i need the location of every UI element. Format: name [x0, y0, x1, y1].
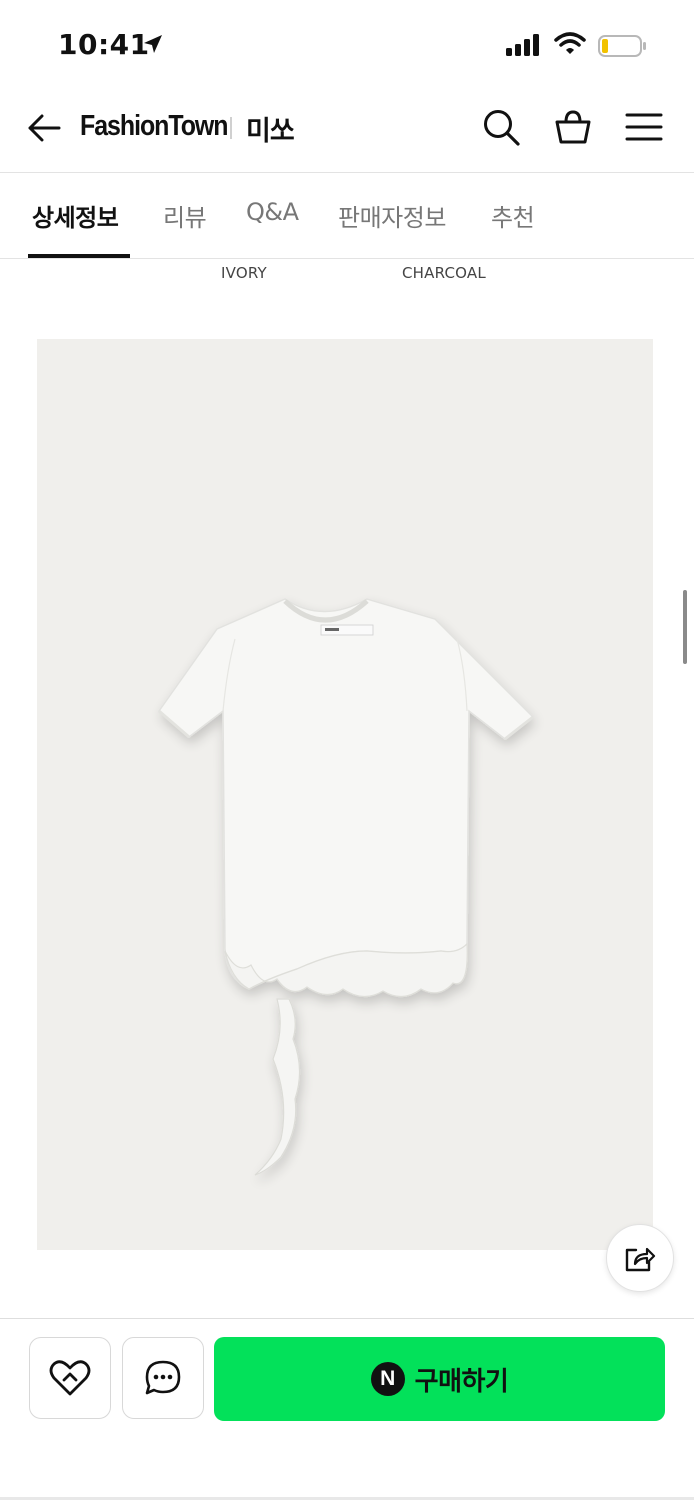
menu-button[interactable] [621, 104, 667, 150]
bottom-bar-divider [0, 1318, 694, 1319]
naver-pay-badge: N [370, 1362, 405, 1396]
chat-icon [145, 1360, 181, 1395]
scrollbar[interactable] [683, 590, 687, 664]
share-icon [625, 1247, 656, 1272]
cart-button[interactable] [550, 104, 596, 150]
share-button[interactable] [606, 1224, 674, 1292]
search-button[interactable] [478, 104, 524, 150]
color-label-ivory: IVORY [221, 264, 267, 282]
buy-button-label: 구매하기 [414, 1366, 509, 1397]
buy-button[interactable]: N 구매하기 [214, 1337, 665, 1421]
location-arrow-icon [142, 33, 164, 59]
menu-icon [625, 113, 663, 141]
tshirt-image [157, 598, 535, 1176]
search-icon [484, 110, 520, 146]
product-image [37, 339, 653, 1250]
like-button[interactable] [29, 1337, 111, 1419]
back-button[interactable] [22, 108, 66, 148]
status-time: 10:41 [58, 28, 150, 61]
back-arrow-icon [28, 114, 61, 142]
cart-icon [555, 110, 591, 144]
signal-icon [506, 34, 542, 60]
battery-icon [598, 34, 648, 62]
tab-seller-info[interactable]: 판매자정보 [338, 198, 446, 233]
heart-icon [49, 1360, 91, 1396]
chat-button[interactable] [122, 1337, 204, 1419]
brand-logo[interactable]: FashionTown [80, 110, 229, 143]
tab-qna[interactable]: Q&A [246, 198, 299, 226]
tab-reviews[interactable]: 리뷰 [163, 198, 207, 233]
wifi-icon [554, 32, 586, 60]
header-divider [0, 172, 694, 173]
tabs-divider [0, 258, 694, 259]
brand-divider [230, 117, 232, 139]
shop-name[interactable]: 미쏘 [246, 109, 295, 148]
color-label-charcoal: CHARCOAL [402, 264, 486, 282]
tab-details[interactable]: 상세정보 [32, 198, 119, 233]
tab-recommend[interactable]: 추천 [491, 198, 535, 233]
